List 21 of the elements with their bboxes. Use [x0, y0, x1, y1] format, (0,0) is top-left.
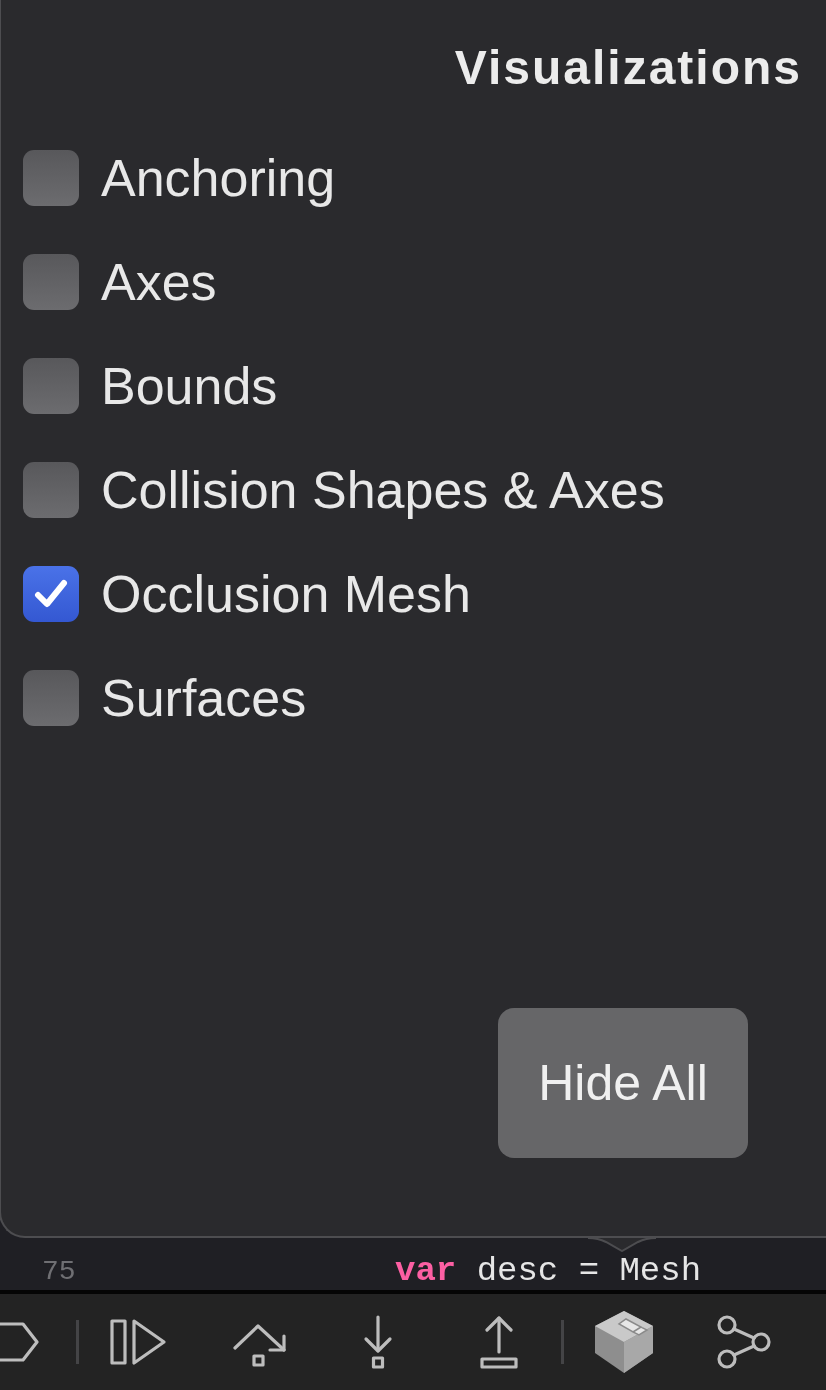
pause-play-icon [109, 1317, 167, 1367]
line-number: 75 [42, 1255, 77, 1289]
checkbox[interactable] [23, 150, 79, 206]
checkbox[interactable] [23, 254, 79, 310]
checkbox-label: Surfaces [101, 668, 307, 728]
hide-all-button[interactable]: Hide All [498, 1008, 748, 1158]
checkbox[interactable] [23, 462, 79, 518]
code-line: var desc = Mesh [395, 1253, 702, 1289]
cube-icon [593, 1309, 655, 1375]
checkbox-label: Occlusion Mesh [101, 564, 471, 624]
checkbox-label: Collision Shapes & Axes [101, 460, 665, 520]
checkbox[interactable] [23, 566, 79, 622]
share-icon [716, 1315, 772, 1369]
step-out-icon [479, 1314, 519, 1370]
popover-title: Visualizations [454, 40, 802, 96]
checkmark-icon [34, 579, 68, 609]
checkbox[interactable] [23, 670, 79, 726]
checkbox-label: Bounds [101, 356, 278, 416]
checkbox-label: Axes [101, 252, 217, 312]
checkbox[interactable] [23, 358, 79, 414]
checkbox-label: Anchoring [101, 148, 336, 208]
